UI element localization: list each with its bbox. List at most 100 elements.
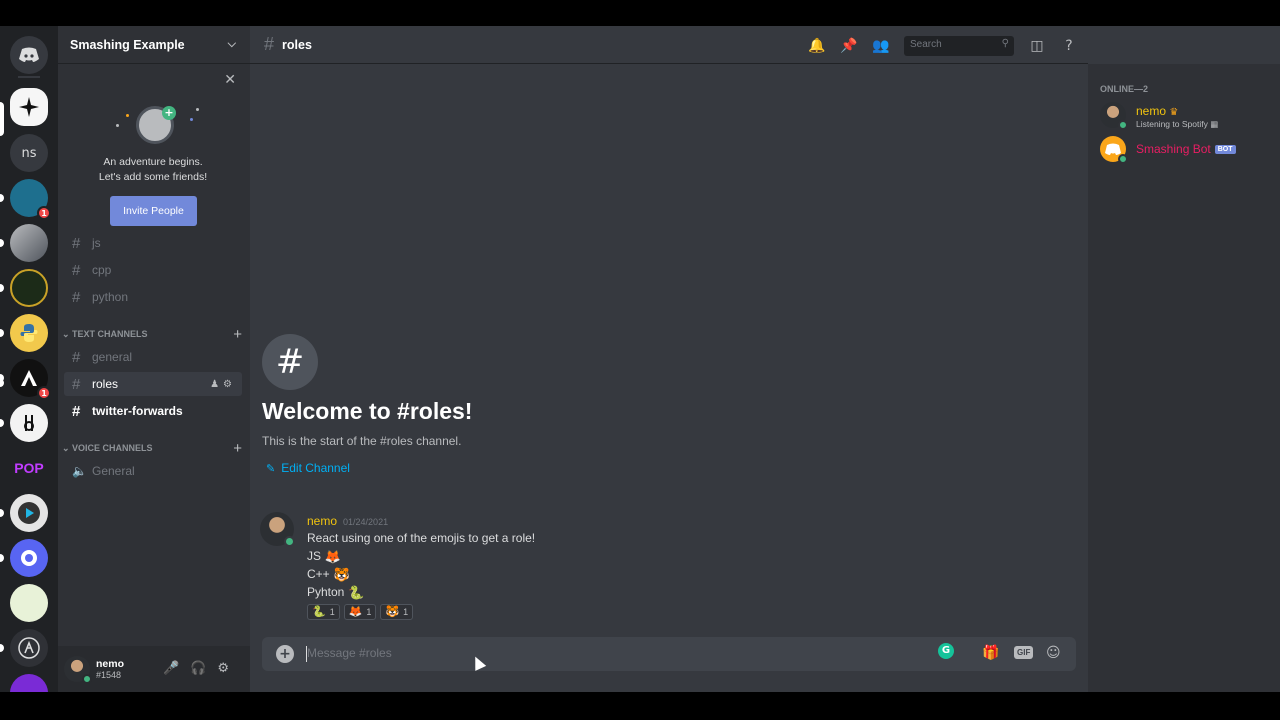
gear-icon[interactable]: ⚙ bbox=[217, 661, 240, 676]
channel-sidebar: Smashing Example ⌵ ✕ + An adventure begi… bbox=[0, 26, 250, 692]
hash-icon: # bbox=[72, 348, 81, 366]
channel-label: roles bbox=[92, 377, 119, 391]
inbox-icon[interactable]: ◫ bbox=[1028, 38, 1046, 54]
user-avatar[interactable] bbox=[64, 656, 92, 684]
bot-tag: BOT bbox=[1214, 145, 1236, 155]
snake-emoji: 🐍 bbox=[348, 584, 365, 600]
hash-icon: # bbox=[72, 288, 81, 306]
category-text-channels[interactable]: ⌄ TEXT CHANNELS + bbox=[62, 326, 242, 343]
hash-icon: # bbox=[262, 334, 318, 390]
member-activity: Listening to Spotify ▦ bbox=[1136, 119, 1218, 130]
mute-mic-icon[interactable]: 🎤 bbox=[163, 661, 190, 676]
edit-channel-label: Edit Channel bbox=[281, 461, 350, 475]
upload-plus-icon[interactable]: + bbox=[276, 645, 294, 663]
message-avatar[interactable] bbox=[260, 512, 295, 547]
online-status bbox=[284, 536, 295, 547]
server-avatar-2[interactable] bbox=[10, 224, 48, 262]
speaker-icon: 🔈 bbox=[72, 464, 87, 478]
chevron-down-icon: ⌄ bbox=[62, 442, 73, 453]
add-channel-icon[interactable]: + bbox=[233, 326, 242, 343]
mention-badge: 1 bbox=[37, 206, 51, 220]
channel-cpp[interactable]: # cpp bbox=[64, 258, 242, 282]
member-nemo[interactable]: nemo ♛ Listening to Spotify ▦ bbox=[1100, 102, 1278, 132]
server-star[interactable] bbox=[10, 88, 48, 126]
reaction-count: 1 bbox=[329, 606, 335, 617]
grammarly-icon[interactable]: G bbox=[938, 643, 954, 659]
hash-icon: # bbox=[72, 261, 81, 279]
user-tag: #1548 bbox=[96, 670, 122, 680]
server-avatar-1[interactable]: 1 bbox=[10, 179, 51, 220]
server-cd[interactable] bbox=[10, 404, 48, 442]
server-python[interactable] bbox=[10, 314, 48, 352]
invite-people-button[interactable]: Invite People bbox=[110, 196, 197, 226]
gift-icon[interactable]: 🎁 bbox=[982, 645, 999, 661]
message-input[interactable]: Message #roles bbox=[307, 646, 392, 660]
ring-icon bbox=[21, 550, 37, 566]
server-ns[interactable]: ns bbox=[10, 134, 48, 172]
help-icon[interactable]: ? bbox=[1060, 38, 1078, 54]
add-channel-icon[interactable]: + bbox=[233, 440, 242, 457]
header-toolbar: 🔔 📌 👥 Search ⚲ ◫ ? bbox=[794, 36, 1078, 56]
user-panel: nemo #1548 🎤🎧⚙ bbox=[58, 646, 250, 692]
server-gear[interactable] bbox=[10, 494, 48, 532]
channel-settings-icons[interactable]: ♟⚙ bbox=[210, 379, 236, 390]
unread-indicator bbox=[0, 509, 4, 517]
server-badge[interactable] bbox=[10, 584, 48, 622]
invite-line-2: Let's add some friends! bbox=[98, 171, 208, 183]
unread-indicator bbox=[0, 329, 4, 337]
category-voice-channels[interactable]: ⌄ VOICE CHANNELS + bbox=[62, 440, 242, 457]
snake-emoji: 🐍 bbox=[312, 606, 326, 618]
line-text: JS bbox=[307, 548, 322, 563]
sparkle-dot bbox=[190, 118, 193, 121]
gear-play-icon bbox=[18, 502, 40, 524]
member-list: ONLINE—2 nemo ♛ Listening to Spotify ▦ S… bbox=[1088, 64, 1280, 692]
pin-icon[interactable]: 📌 bbox=[840, 38, 858, 54]
chevron-down-icon: ⌄ bbox=[62, 328, 73, 339]
server-lambda[interactable] bbox=[10, 629, 48, 667]
fox-emoji: 🦊 bbox=[348, 606, 363, 618]
fox-emoji: 🦊 bbox=[324, 548, 342, 564]
server-header[interactable]: Smashing Example ⌵ bbox=[58, 26, 250, 64]
star-icon bbox=[19, 97, 39, 117]
message-body: nemo 01/24/2021 React using one of the em… bbox=[307, 512, 535, 620]
unread-indicator bbox=[0, 644, 4, 652]
pencil-icon: ✎ bbox=[266, 463, 276, 475]
voice-channel-general[interactable]: 🔈 General bbox=[64, 459, 242, 483]
channel-roles[interactable]: # roles ♟⚙ bbox=[64, 372, 242, 396]
message-composer[interactable]: + Message #roles G 🎁 GIF ☺ bbox=[262, 637, 1076, 671]
reaction-tiger[interactable]: 🐯 1 bbox=[380, 603, 414, 620]
channel-js[interactable]: # js bbox=[64, 231, 242, 255]
emoji-picker-icon[interactable]: ☺ bbox=[1046, 645, 1061, 661]
server-t[interactable] bbox=[10, 674, 48, 692]
message-author[interactable]: nemo bbox=[307, 514, 337, 528]
reactions: 🐍 1 🦊 1 🐯 1 bbox=[307, 603, 535, 620]
welcome-title: Welcome to #roles! bbox=[262, 398, 473, 424]
channel-general[interactable]: # general bbox=[64, 345, 242, 369]
unread-indicator bbox=[0, 239, 4, 247]
member-smashing-bot[interactable]: Smashing Bot BOT bbox=[1100, 136, 1278, 166]
server-a[interactable]: 1 bbox=[10, 359, 51, 400]
channel-twitter-forwards[interactable]: # twitter-forwards bbox=[64, 399, 242, 423]
members-icon[interactable]: 👥 bbox=[872, 38, 890, 54]
search-placeholder: Search bbox=[910, 39, 942, 50]
line-text: Pyhton bbox=[307, 584, 345, 599]
channel-python[interactable]: # python bbox=[64, 285, 242, 309]
edit-channel-link[interactable]: ✎ Edit Channel bbox=[266, 461, 350, 475]
bell-icon[interactable]: 🔔 bbox=[808, 38, 826, 54]
server-emblem[interactable] bbox=[10, 269, 48, 307]
member-name-text: Smashing Bot bbox=[1136, 142, 1211, 156]
welcome-subtitle: This is the start of the #roles channel. bbox=[262, 434, 462, 448]
invite-text: An adventure begins. Let's add some frie… bbox=[58, 155, 248, 185]
search-icon: ⚲ bbox=[1001, 38, 1009, 49]
server-name: Smashing Example bbox=[70, 37, 185, 52]
home-button[interactable] bbox=[10, 36, 48, 74]
search-input[interactable]: Search ⚲ bbox=[904, 36, 1014, 56]
headphones-icon[interactable]: 🎧 bbox=[190, 661, 217, 676]
channel-label: python bbox=[92, 290, 129, 304]
gif-button[interactable]: GIF bbox=[1014, 646, 1034, 659]
close-icon[interactable]: ✕ bbox=[224, 72, 236, 88]
reaction-snake[interactable]: 🐍 1 bbox=[307, 603, 340, 620]
server-pop[interactable]: POP bbox=[10, 449, 48, 487]
server-ring[interactable] bbox=[10, 539, 48, 577]
reaction-fox[interactable]: 🦊 1 bbox=[343, 603, 377, 620]
